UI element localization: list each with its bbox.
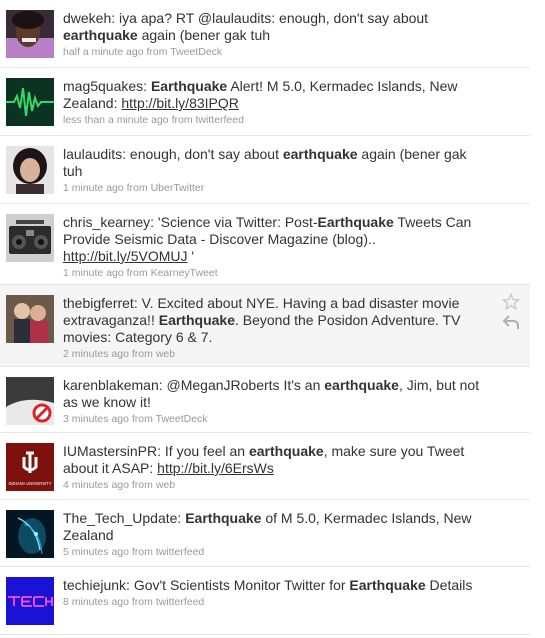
reply-arrow-icon[interactable] <box>502 313 520 331</box>
logo-caption: INDIANA UNIVERSITY <box>8 481 51 486</box>
source-link[interactable]: web <box>156 479 175 491</box>
group-photo-icon <box>6 295 54 343</box>
timestamp-link[interactable]: 8 minutes ago <box>63 596 129 608</box>
timestamp-link[interactable]: half a minute ago <box>63 46 144 58</box>
from-label: from <box>146 46 168 58</box>
keyword-highlight: earthquake <box>248 443 324 459</box>
from-label: from <box>131 546 153 558</box>
screen-name[interactable]: dwekeh <box>63 10 111 26</box>
from-label: from <box>126 182 148 194</box>
user-avatar[interactable] <box>6 510 54 558</box>
no-sign-icon <box>6 377 54 425</box>
url-link[interactable]: http://bit.ly/83IPQR <box>121 95 239 111</box>
source-link[interactable]: UberTwitter <box>151 182 205 194</box>
url-link[interactable]: http://bit.ly/5VOMUJ <box>63 248 187 264</box>
boombox-icon <box>6 214 54 262</box>
user-avatar[interactable] <box>6 577 54 625</box>
keyword-highlight: Earthquake <box>317 214 394 230</box>
keyword-highlight: Earthquake <box>349 577 426 593</box>
favorite-star-icon[interactable] <box>502 293 520 311</box>
person-avatar-icon <box>6 146 54 194</box>
url-link[interactable]: http://bit.ly/6ErsWs <box>157 460 274 476</box>
timestamp-link[interactable]: less than a minute ago <box>63 114 169 126</box>
tweet-text: ' <box>187 248 195 264</box>
from-label: from <box>131 596 153 608</box>
tweet-item: dwekeh: iya apa? RT @laulaudits: enough,… <box>0 0 530 68</box>
from-label: from <box>171 114 193 126</box>
tweet-actions <box>502 293 520 333</box>
tweet-text: : enough, don't say about <box>122 146 283 162</box>
screen-name[interactable]: chris_kearney <box>63 214 150 230</box>
user-avatar[interactable] <box>6 10 54 58</box>
source-link[interactable]: TweetDeck <box>170 46 222 58</box>
tweet-item: thebigferret: V. Excited about NYE. Havi… <box>0 285 530 367</box>
keyword-highlight: Earthquake <box>158 312 235 328</box>
tweet-item: The_Tech_Update: Earthquake of M 5.0, Ke… <box>0 500 530 567</box>
keyword-highlight: Earthquake <box>150 78 228 94</box>
tweet-text: again (bener gak tuh <box>137 27 271 43</box>
screen-name[interactable]: thebigferret <box>63 295 134 311</box>
screen-name[interactable]: karenblakeman <box>63 377 159 393</box>
source-link[interactable]: twitterfeed <box>156 546 204 558</box>
seismograph-icon <box>6 78 54 126</box>
user-avatar[interactable] <box>6 377 54 425</box>
from-label: from <box>131 479 153 491</box>
keyword-highlight: earthquake <box>324 377 399 393</box>
glowing-face-icon <box>6 510 54 558</box>
timestamp-link[interactable]: 5 minutes ago <box>63 546 129 558</box>
source-link[interactable]: twitterfeed <box>196 114 244 126</box>
tweet-item: karenblakeman: @MeganJRoberts It's an ea… <box>0 367 530 433</box>
timestamp-link[interactable]: 1 minute ago <box>63 182 124 194</box>
tweet-item: mag5quakes: Earthquake Alert! M 5.0, Ker… <box>0 68 530 136</box>
tweet-item: laulaudits: enough, don't say about eart… <box>0 136 530 204</box>
user-avatar[interactable] <box>6 295 54 343</box>
timestamp-link[interactable]: 4 minutes ago <box>63 479 129 491</box>
tweet-text: : If you feel an <box>157 443 249 459</box>
user-avatar[interactable] <box>6 146 54 194</box>
source-link[interactable]: KearneyTweet <box>151 267 218 279</box>
timestamp-link[interactable]: 1 minute ago <box>63 267 124 279</box>
tweet-text: Details <box>425 577 473 593</box>
tweet-item: INDIANA UNIVERSITY IUMastersinPR: If you… <box>0 433 530 500</box>
tweet-item: chris_kearney: 'Science via Twitter: Pos… <box>0 204 530 285</box>
from-label: from <box>126 267 148 279</box>
from-label: from <box>131 413 153 425</box>
screen-name[interactable]: The_Tech_Update <box>63 510 177 526</box>
tweet-item: techiejunk: Gov't Scientists Monitor Twi… <box>0 567 530 635</box>
tweet-text: : iya apa? RT @laulaudits: enough, don't… <box>111 10 429 26</box>
tweet-text: : 'Science via Twitter: Post- <box>150 214 318 230</box>
screen-name[interactable]: IUMastersinPR <box>63 443 157 459</box>
user-avatar[interactable] <box>6 78 54 126</box>
source-link[interactable]: web <box>156 348 175 360</box>
from-label: from <box>131 348 153 360</box>
tweet-text: : <box>143 78 151 94</box>
screen-name[interactable]: laulaudits <box>63 146 122 162</box>
tech-logo-icon <box>6 577 54 625</box>
person-avatar-icon <box>6 10 54 58</box>
screen-name[interactable]: mag5quakes <box>63 78 143 94</box>
screen-name[interactable]: techiejunk <box>63 577 126 593</box>
user-avatar[interactable]: INDIANA UNIVERSITY <box>6 443 54 491</box>
timestamp-link[interactable]: 3 minutes ago <box>63 413 129 425</box>
user-avatar[interactable] <box>6 214 54 262</box>
keyword-highlight: earthquake <box>282 146 358 162</box>
keyword-highlight: Earthquake <box>185 510 262 526</box>
timestamp-link[interactable]: 2 minutes ago <box>63 348 129 360</box>
source-link[interactable]: twitterfeed <box>156 596 204 608</box>
source-link[interactable]: TweetDeck <box>156 413 208 425</box>
keyword-highlight: earthquake <box>63 27 138 43</box>
tweet-text: : Gov't Scientists Monitor Twitter for <box>126 577 350 593</box>
indiana-university-logo-icon: INDIANA UNIVERSITY <box>6 443 54 491</box>
tweet-text: : @MeganJRoberts It's an <box>158 377 325 393</box>
